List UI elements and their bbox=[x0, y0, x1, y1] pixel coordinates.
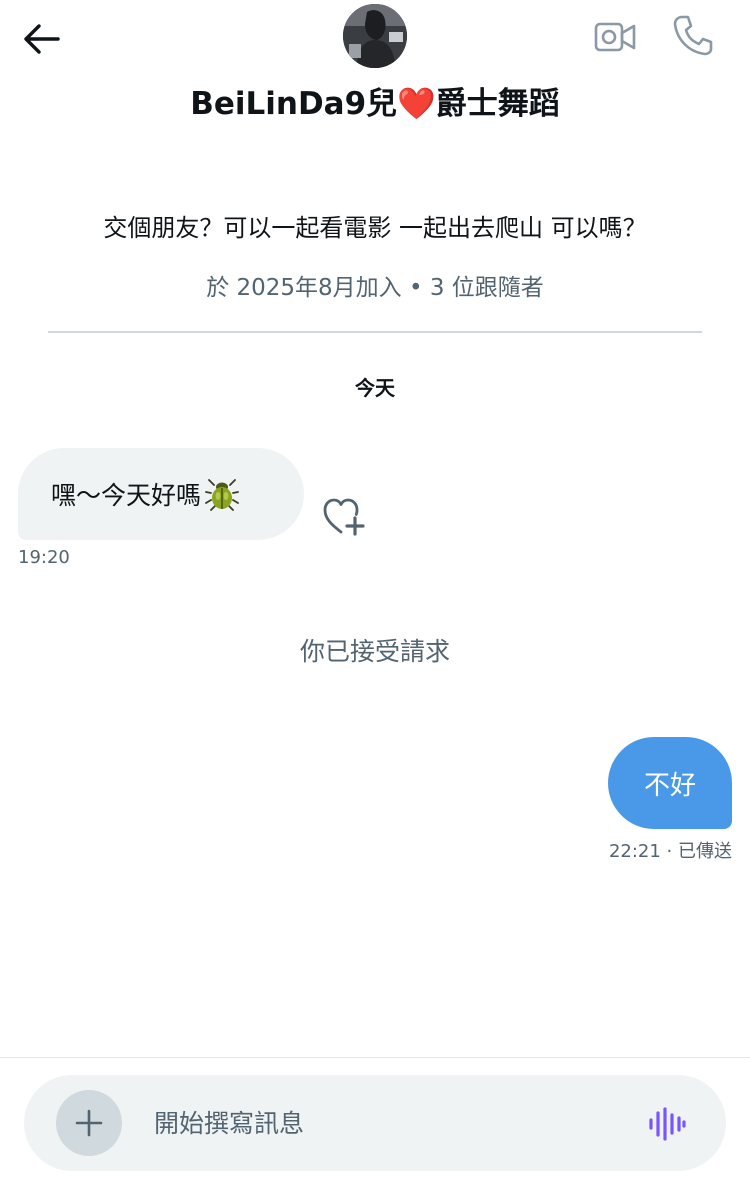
profile-name-text: BeiLinDa9兒 bbox=[190, 86, 398, 122]
message-sent-status: 22:21 · 已傳送 bbox=[608, 841, 732, 862]
voice-waveform-icon bbox=[649, 1107, 686, 1141]
plus-icon bbox=[75, 1109, 103, 1137]
add-reaction-button[interactable] bbox=[318, 492, 370, 542]
phone-icon bbox=[673, 15, 713, 56]
message-text: 不好 bbox=[643, 770, 696, 801]
heart-plus-icon bbox=[323, 498, 365, 536]
add-media-button[interactable] bbox=[56, 1090, 122, 1156]
video-camera-icon bbox=[594, 22, 636, 52]
request-accepted-notice: 你已接受請求 bbox=[299, 637, 450, 666]
dm-conversation-screen: BeiLinDa9兒❤️爵士舞蹈 交個朋友？可以一起看電影 一起出去爬山 可以嗎… bbox=[0, 0, 750, 1180]
profile-name[interactable]: BeiLinDa9兒❤️爵士舞蹈 bbox=[0, 78, 750, 123]
message-input[interactable] bbox=[154, 1095, 624, 1151]
avatar[interactable] bbox=[343, 4, 407, 68]
profile-name-suffix: 爵士舞蹈 bbox=[435, 86, 560, 122]
incoming-message-bubble[interactable]: 嘿～今天好嗎 bbox=[18, 448, 304, 540]
message-composer bbox=[24, 1075, 726, 1171]
arrow-left-icon bbox=[24, 24, 60, 54]
message-timestamp: 19:20 bbox=[18, 547, 70, 568]
profile-divider bbox=[48, 331, 702, 333]
profile-bio: 交個朋友？可以一起看電影 一起出去爬山 可以嗎？ bbox=[103, 214, 647, 242]
heart-emoji: ❤️ bbox=[397, 86, 436, 122]
beetle-icon bbox=[205, 477, 239, 511]
voice-call-button[interactable] bbox=[668, 10, 718, 60]
message-text: 嘿～今天好嗎 bbox=[51, 481, 202, 510]
back-button[interactable] bbox=[18, 16, 64, 62]
voice-message-button[interactable] bbox=[644, 1101, 690, 1147]
composer-divider bbox=[0, 1057, 750, 1058]
date-separator: 今天 bbox=[355, 376, 395, 400]
profile-joined-info: 於 2025年8月加入 • 3 位跟隨者 bbox=[206, 275, 544, 301]
video-call-button[interactable] bbox=[590, 12, 640, 62]
avatar-image bbox=[343, 4, 407, 68]
outgoing-message-bubble[interactable]: 不好 bbox=[608, 737, 732, 829]
